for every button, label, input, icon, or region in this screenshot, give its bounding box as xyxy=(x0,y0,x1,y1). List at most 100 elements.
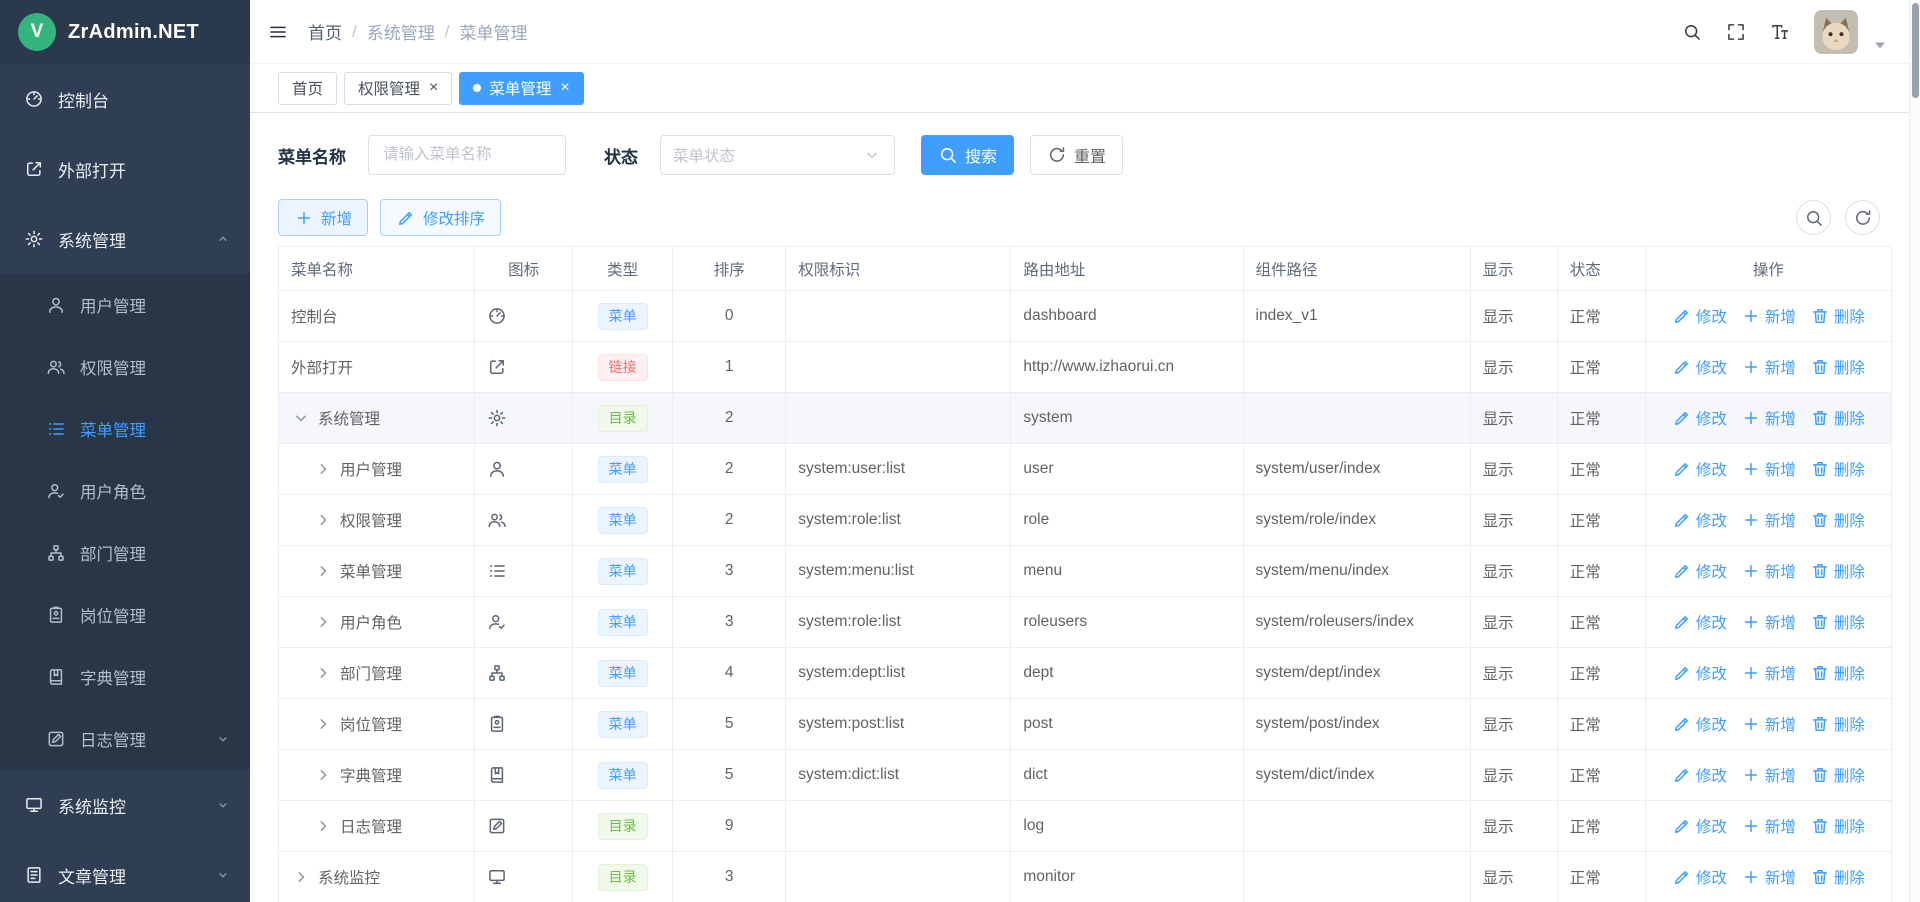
sidebar-item-dashboard[interactable]: 控制台 xyxy=(0,64,250,134)
expand-icon[interactable] xyxy=(313,510,333,530)
breadcrumb-item[interactable]: 首页 xyxy=(308,19,342,44)
expand-icon[interactable] xyxy=(291,867,311,887)
row-action-label: 新增 xyxy=(1765,866,1796,888)
search-icon xyxy=(938,145,958,165)
role-icon xyxy=(487,612,507,632)
del-row-button[interactable]: 删除 xyxy=(1810,305,1865,327)
del-row-button[interactable]: 删除 xyxy=(1810,866,1865,888)
fullscreen-button[interactable] xyxy=(1726,22,1746,42)
edit-row-button[interactable]: 修改 xyxy=(1672,407,1727,429)
del-row-button[interactable]: 删除 xyxy=(1810,509,1865,531)
del-row-button[interactable]: 删除 xyxy=(1810,458,1865,480)
filter-bar: 菜单名称 状态 菜单状态 搜索 重置 xyxy=(278,135,1892,175)
expand-icon[interactable] xyxy=(313,663,333,683)
sidebar-item-label: 系统监控 xyxy=(58,793,126,818)
tab-close-icon[interactable]: × xyxy=(429,80,438,96)
add-row-button[interactable]: 新增 xyxy=(1741,611,1796,633)
font-size-button[interactable] xyxy=(1770,22,1790,42)
sidebar-item-menu[interactable]: 菜单管理 xyxy=(0,398,250,460)
add-row-button[interactable]: 新增 xyxy=(1741,560,1796,582)
add-row-button[interactable]: 新增 xyxy=(1741,713,1796,735)
edit-row-button[interactable]: 修改 xyxy=(1672,815,1727,837)
add-row-button[interactable]: 新增 xyxy=(1741,815,1796,837)
menu-name-input[interactable] xyxy=(368,135,566,175)
sidebar-item-roleusers[interactable]: 用户角色 xyxy=(0,460,250,522)
edit-row-button[interactable]: 修改 xyxy=(1672,458,1727,480)
row-actions: 修改新增删除 xyxy=(1658,356,1879,378)
edit-row-button[interactable]: 修改 xyxy=(1672,611,1727,633)
sidebar-toggle-button[interactable] xyxy=(268,22,288,42)
add-row-button[interactable]: 新增 xyxy=(1741,305,1796,327)
sidebar-item-label: 系统管理 xyxy=(58,227,126,252)
table-search-button[interactable] xyxy=(1796,200,1831,235)
reset-button[interactable]: 重置 xyxy=(1030,135,1123,175)
edit-row-button[interactable]: 修改 xyxy=(1672,764,1727,786)
tab-menu[interactable]: 菜单管理× xyxy=(459,72,583,105)
sidebar-item-dept[interactable]: 部门管理 xyxy=(0,522,250,584)
add-row-button[interactable]: 新增 xyxy=(1741,407,1796,429)
caret-down-icon[interactable] xyxy=(1870,35,1890,55)
add-button[interactable]: 新增 xyxy=(278,199,368,236)
edit-icon xyxy=(1672,765,1692,785)
sidebar-item-external[interactable]: 外部打开 xyxy=(0,134,250,204)
add-row-button[interactable]: 新增 xyxy=(1741,356,1796,378)
cell-text: user xyxy=(1023,460,1053,477)
sort-button[interactable]: 修改排序 xyxy=(380,199,501,236)
sort-button-label: 修改排序 xyxy=(423,207,485,229)
del-row-button[interactable]: 删除 xyxy=(1810,662,1865,684)
expand-icon[interactable] xyxy=(313,765,333,785)
cell-text: dashboard xyxy=(1023,307,1096,324)
expand-icon[interactable] xyxy=(313,816,333,836)
add-row-button[interactable]: 新增 xyxy=(1741,458,1796,480)
expand-icon[interactable] xyxy=(313,714,333,734)
tab-close-icon[interactable]: × xyxy=(560,80,569,96)
menu-name-wrap: 系统管理 xyxy=(291,407,462,429)
sidebar-item-monitor[interactable]: 系统监控 xyxy=(0,770,250,840)
status-select[interactable]: 菜单状态 xyxy=(660,135,895,175)
sidebar-item-log[interactable]: 日志管理 xyxy=(0,708,250,770)
table-refresh-button[interactable] xyxy=(1845,200,1880,235)
del-row-button[interactable]: 删除 xyxy=(1810,764,1865,786)
edit-row-button[interactable]: 修改 xyxy=(1672,356,1727,378)
header-search-button[interactable] xyxy=(1682,22,1702,42)
edit-row-button[interactable]: 修改 xyxy=(1672,509,1727,531)
sidebar-item-user[interactable]: 用户管理 xyxy=(0,274,250,336)
edit-row-button[interactable]: 修改 xyxy=(1672,662,1727,684)
sidebar-item-dict[interactable]: 字典管理 xyxy=(0,646,250,708)
del-row-button[interactable]: 删除 xyxy=(1810,407,1865,429)
avatar[interactable] xyxy=(1814,10,1858,54)
edit-row-button[interactable]: 修改 xyxy=(1672,866,1727,888)
expand-icon[interactable] xyxy=(313,459,333,479)
del-row-button[interactable]: 删除 xyxy=(1810,356,1865,378)
trash-icon xyxy=(1810,510,1830,530)
tab-role[interactable]: 权限管理× xyxy=(344,72,452,105)
edit-row-button[interactable]: 修改 xyxy=(1672,305,1727,327)
cell-visible: 显示 xyxy=(1470,750,1557,801)
add-row-button[interactable]: 新增 xyxy=(1741,764,1796,786)
sidebar-item-label: 外部打开 xyxy=(58,157,126,182)
row-action-label: 修改 xyxy=(1696,611,1727,633)
del-row-button[interactable]: 删除 xyxy=(1810,611,1865,633)
cell-type: 目录 xyxy=(573,801,673,852)
sidebar-item-article[interactable]: 文章管理 xyxy=(0,840,250,902)
del-row-button[interactable]: 删除 xyxy=(1810,815,1865,837)
add-button-label: 新增 xyxy=(321,207,352,229)
trash-icon xyxy=(1810,561,1830,581)
scrollbar-thumb[interactable] xyxy=(1912,3,1919,98)
sidebar-item-system[interactable]: 系统管理 xyxy=(0,204,250,274)
del-row-button[interactable]: 删除 xyxy=(1810,560,1865,582)
add-row-button[interactable]: 新增 xyxy=(1741,866,1796,888)
add-row-button[interactable]: 新增 xyxy=(1741,509,1796,531)
tab-home[interactable]: 首页 xyxy=(278,72,337,105)
logo[interactable]: V ZrAdmin.NET xyxy=(0,0,250,64)
sidebar-item-role[interactable]: 权限管理 xyxy=(0,336,250,398)
expand-icon[interactable] xyxy=(313,561,333,581)
sidebar-item-post[interactable]: 岗位管理 xyxy=(0,584,250,646)
del-row-button[interactable]: 删除 xyxy=(1810,713,1865,735)
add-row-button[interactable]: 新增 xyxy=(1741,662,1796,684)
edit-row-button[interactable]: 修改 xyxy=(1672,713,1727,735)
edit-row-button[interactable]: 修改 xyxy=(1672,560,1727,582)
collapse-icon[interactable] xyxy=(291,408,311,428)
expand-icon[interactable] xyxy=(313,612,333,632)
search-button[interactable]: 搜索 xyxy=(921,135,1014,175)
